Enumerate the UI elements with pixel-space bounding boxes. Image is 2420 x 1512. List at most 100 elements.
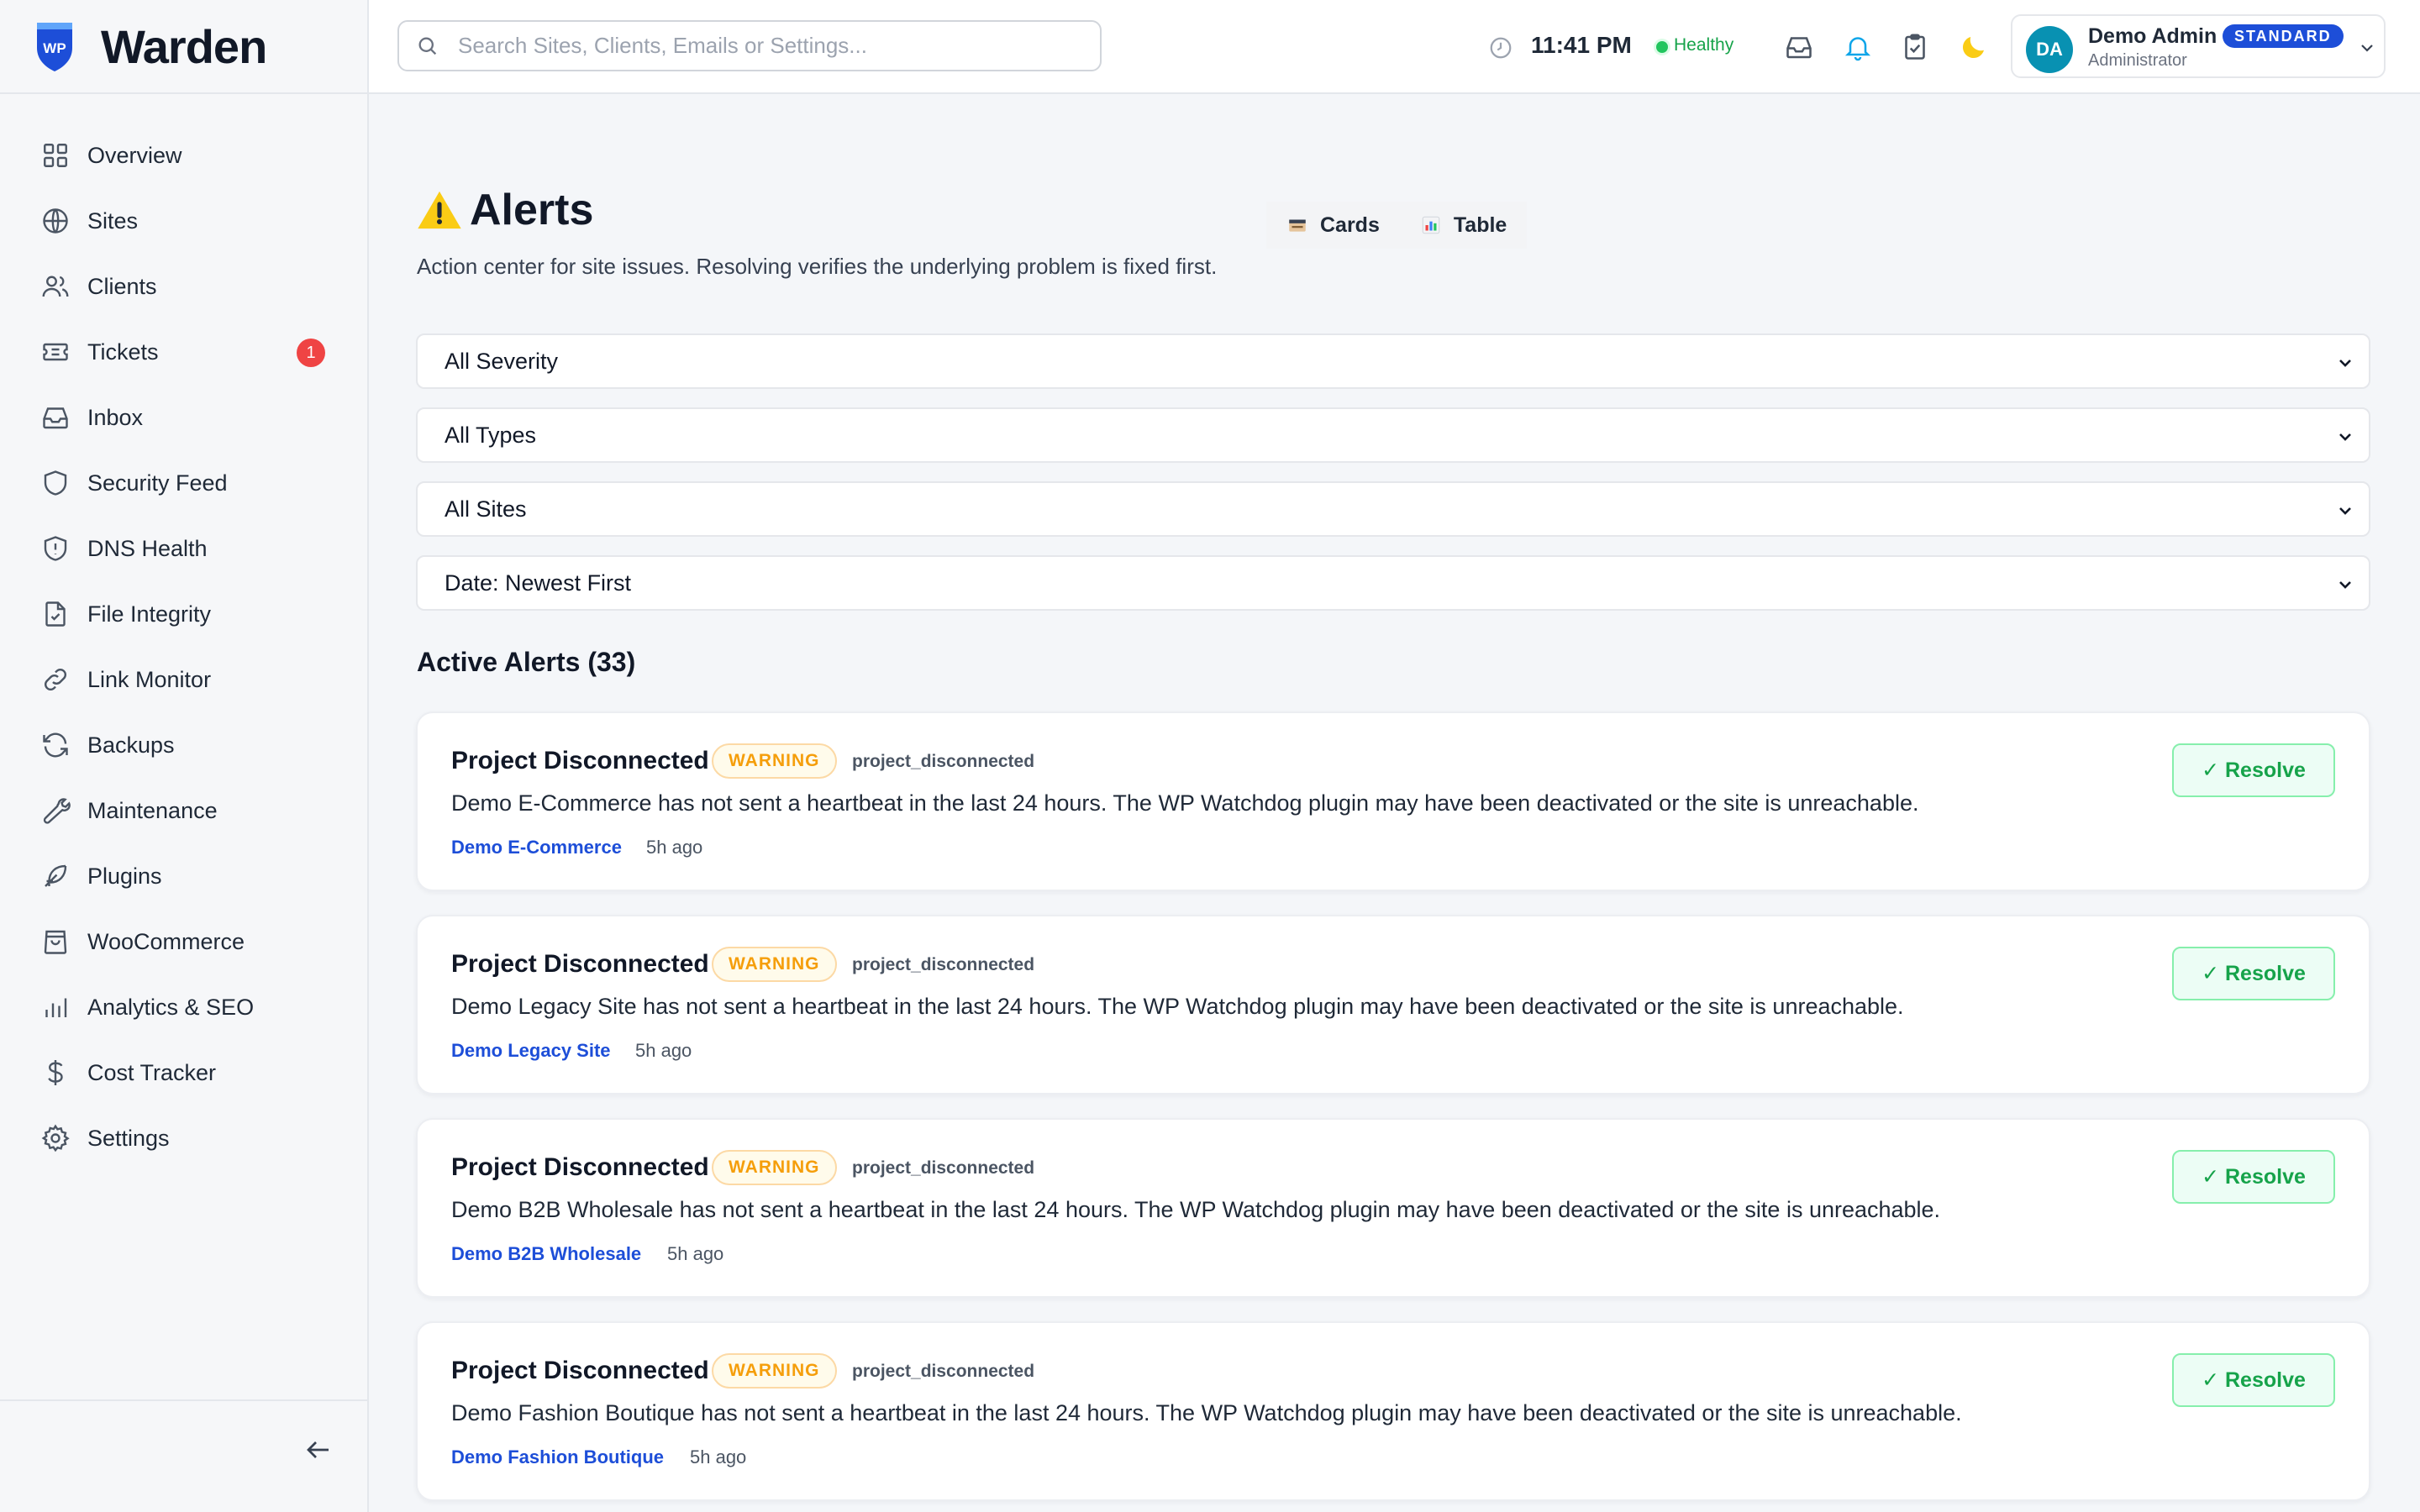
chevron-down-icon — [2339, 507, 2351, 515]
main-content: Alerts Action center for site issues. Re… — [369, 94, 2420, 1512]
bar-chart-icon — [45, 998, 67, 1017]
user-menu[interactable]: DA Demo Admin STANDARD Administrator — [2011, 14, 2386, 78]
sidebar-item-label: Backups — [87, 732, 175, 758]
sidebar-item-security-feed[interactable]: Security Feed — [0, 450, 367, 516]
shield-logo-icon: WP — [37, 23, 72, 71]
resolve-button[interactable]: ✓ Resolve — [2172, 743, 2335, 797]
sidebar-item-settings[interactable]: Settings — [0, 1105, 367, 1171]
search-input[interactable] — [458, 33, 1097, 59]
page-title: Alerts — [470, 186, 594, 234]
clipboard-check-icon[interactable] — [1900, 32, 1930, 62]
sidebar-item-label: File Integrity — [87, 601, 212, 627]
alert-type: project_disconnected — [852, 955, 1035, 974]
sidebar-item-cost-tracker[interactable]: Cost Tracker — [0, 1040, 367, 1105]
sidebar-item-woocommerce[interactable]: WooCommerce — [0, 909, 367, 974]
globe-icon — [43, 208, 68, 234]
search-box[interactable] — [397, 20, 1102, 71]
alert-site-link[interactable]: Demo Fashion Boutique — [451, 1446, 664, 1468]
table-view-button[interactable]: Table — [1399, 202, 1528, 249]
alert-time: 5h ago — [646, 837, 703, 858]
alert-card: Project Disconnected WARNING project_dis… — [416, 1321, 2370, 1501]
health-status-dot — [1656, 41, 1668, 53]
alert-card: Project Disconnected WARNING project_dis… — [416, 711, 2370, 891]
resolve-button[interactable]: ✓ Resolve — [2172, 947, 2335, 1000]
moon-icon[interactable] — [1959, 32, 1989, 62]
brand[interactable]: WP Warden — [0, 0, 367, 94]
sidebar-item-clients[interactable]: Clients — [0, 254, 367, 319]
bell-icon[interactable] — [1843, 32, 1873, 62]
cards-view-button[interactable]: Cards — [1266, 202, 1400, 249]
page-header: Alerts — [416, 185, 593, 235]
sidebar-item-label: Settings — [87, 1125, 170, 1151]
sidebar-item-maintenance[interactable]: Maintenance — [0, 778, 367, 843]
users-icon — [42, 276, 69, 297]
table-view-label: Table — [1453, 213, 1507, 237]
avatar: DA — [2026, 26, 2073, 73]
clock-icon — [1490, 37, 1512, 59]
site-filter-select[interactable]: All Sites — [416, 481, 2370, 537]
wrench-icon — [43, 798, 71, 824]
cards-icon — [1289, 219, 1306, 232]
alert-title: Project Disconnected — [451, 1153, 709, 1181]
sort-select[interactable]: Date: Newest First — [416, 555, 2370, 611]
sidebar-item-label: Overview — [87, 142, 182, 168]
sidebar-item-label: Security Feed — [87, 470, 228, 496]
alert-message: Demo Legacy Site has not sent a heartbea… — [451, 994, 1904, 1019]
resolve-button[interactable]: ✓ Resolve — [2172, 1353, 2335, 1407]
alert-site-link[interactable]: Demo Legacy Site — [451, 1040, 611, 1062]
warning-icon — [418, 191, 461, 229]
sidebar-item-inbox[interactable]: Inbox — [0, 385, 367, 450]
chevron-down-icon — [2339, 581, 2351, 589]
arrow-left-icon[interactable] — [303, 1435, 334, 1465]
resolve-button[interactable]: ✓ Resolve — [2172, 1150, 2335, 1204]
type-filter-select[interactable]: All Types — [416, 407, 2370, 463]
severity-filter-value: All Severity — [445, 348, 559, 374]
alert-site-link[interactable]: Demo B2B Wholesale — [451, 1243, 641, 1265]
chevron-down-icon — [2339, 360, 2351, 367]
sidebar-item-label: Maintenance — [87, 797, 218, 823]
view-toggle: Cards Table — [1266, 202, 1528, 249]
tickets-count-badge: 1 — [297, 339, 325, 367]
sidebar-item-backups[interactable]: Backups — [0, 712, 367, 778]
search-icon — [418, 37, 437, 55]
table-chart-icon — [1422, 216, 1440, 234]
sidebar-item-file-integrity[interactable]: File Integrity — [0, 581, 367, 647]
sidebar-item-link-monitor[interactable]: Link Monitor — [0, 647, 367, 712]
sidebar-item-analytics-seo[interactable]: Analytics & SEO — [0, 974, 367, 1040]
shield-alert-icon — [44, 536, 67, 561]
sidebar-item-label: WooCommerce — [87, 928, 245, 954]
alert-type: project_disconnected — [852, 1362, 1035, 1381]
health-status-text[interactable]: Healthy — [1674, 35, 1733, 55]
file-check-icon — [45, 601, 66, 627]
alert-site-link[interactable]: Demo E-Commerce — [451, 837, 622, 858]
ticket-icon — [43, 343, 68, 361]
alert-title: Project Disconnected — [451, 950, 709, 978]
dollar-icon — [48, 1060, 63, 1085]
severity-filter-select[interactable]: All Severity — [416, 333, 2370, 389]
sidebar-item-overview[interactable]: Overview — [0, 123, 367, 188]
sidebar-item-dns-health[interactable]: DNS Health — [0, 516, 367, 581]
sidebar-item-label: Inbox — [87, 404, 144, 430]
chevron-down-icon — [2361, 45, 2373, 52]
sidebar: WP Warden Overview Sites Clients Tickets… — [0, 0, 369, 1512]
sidebar-item-label: Link Monitor — [87, 666, 212, 692]
severity-badge: WARNING — [712, 947, 837, 982]
sidebar-item-sites[interactable]: Sites — [0, 188, 367, 254]
alert-message: Demo Fashion Boutique has not sent a hea… — [451, 1400, 1962, 1425]
sidebar-item-tickets[interactable]: Tickets 1 — [0, 319, 367, 385]
inbox-icon[interactable] — [1784, 32, 1814, 62]
alert-time: 5h ago — [667, 1243, 724, 1264]
current-time: 11:41 PM — [1531, 32, 1632, 58]
sidebar-item-label: Tickets — [87, 339, 159, 365]
severity-badge: WARNING — [712, 1353, 837, 1389]
alert-time: 5h ago — [690, 1446, 747, 1467]
alert-type: project_disconnected — [852, 1158, 1035, 1178]
grid-icon — [44, 144, 67, 167]
sidebar-item-label: Cost Tracker — [87, 1059, 217, 1085]
severity-badge: WARNING — [712, 1150, 837, 1185]
sidebar-nav: Overview Sites Clients Tickets 1 Inbox S… — [0, 94, 367, 1171]
active-alerts-heading: Active Alerts (33) — [417, 647, 636, 677]
sidebar-item-plugins[interactable]: Plugins — [0, 843, 367, 909]
inbox-icon — [43, 407, 68, 429]
alert-title: Project Disconnected — [451, 747, 709, 774]
